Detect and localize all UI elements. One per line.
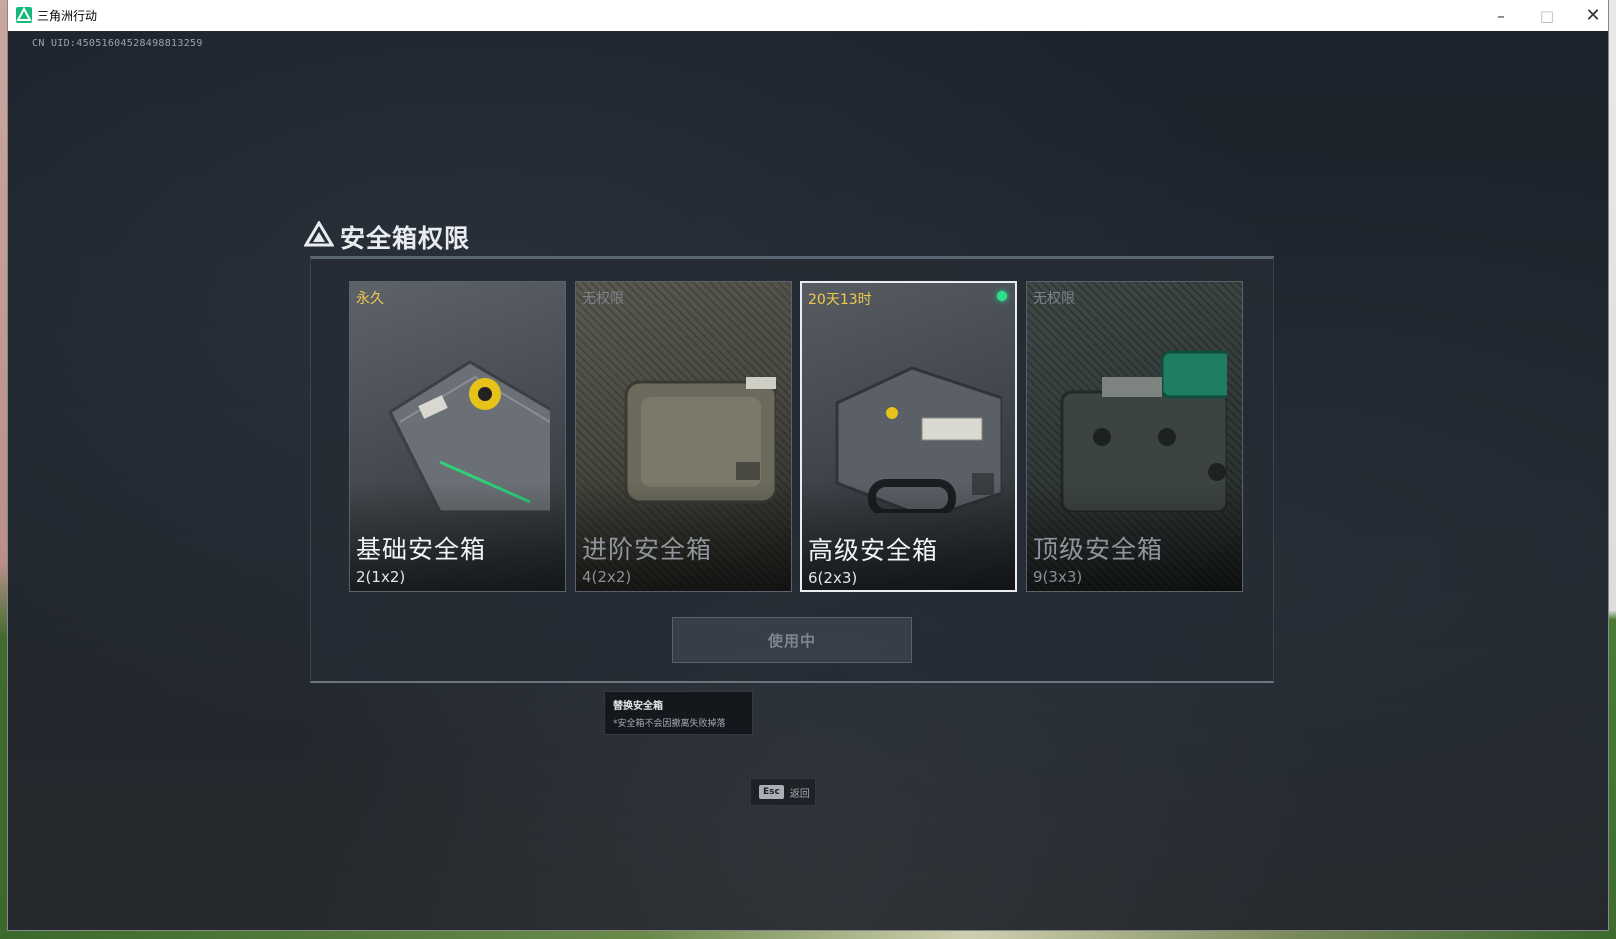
safebox-card-basic[interactable]: 永久 基础安全箱 2(1x2) bbox=[349, 281, 566, 592]
card-size: 6(2x3) bbox=[808, 569, 858, 587]
safebox-card-top[interactable]: 无权限 顶级安全箱 9(3x3) bbox=[1026, 281, 1243, 592]
close-button[interactable]: ✕ bbox=[1570, 0, 1616, 31]
minimize-button[interactable]: – bbox=[1478, 0, 1524, 31]
card-status: 20天13时 bbox=[808, 292, 872, 308]
delta-logo-icon bbox=[304, 221, 334, 247]
in-use-button[interactable]: 使用中 bbox=[672, 617, 912, 663]
tooltip-title: 替换安全箱 bbox=[613, 701, 663, 712]
app-logo-icon bbox=[16, 7, 32, 23]
desktop-right-edge bbox=[1608, 0, 1616, 939]
card-name: 顶级安全箱 bbox=[1033, 535, 1164, 564]
card-size: 4(2x2) bbox=[582, 568, 632, 586]
card-status: 无权限 bbox=[582, 291, 624, 307]
card-size: 9(3x3) bbox=[1033, 568, 1083, 586]
desktop-left-edge bbox=[0, 0, 8, 939]
esc-back-button[interactable]: Esc 返回 bbox=[750, 778, 816, 806]
card-name: 基础安全箱 bbox=[356, 535, 487, 564]
title-bar[interactable]: 三角洲行动 – □ ✕ bbox=[8, 0, 1608, 32]
panel-header: 安全箱权限 bbox=[304, 217, 524, 253]
card-status: 无权限 bbox=[1033, 291, 1075, 307]
replace-safebox-tooltip: 替换安全箱 *安全箱不会因撤离失败掉落 bbox=[604, 691, 753, 735]
back-label: 返回 bbox=[789, 788, 810, 800]
safebox-card-advanced[interactable]: 无权限 进阶安全箱 4(2x2) bbox=[575, 281, 792, 592]
uid-label: CN UID:45051604528498813259 bbox=[32, 38, 203, 49]
window-title: 三角洲行动 bbox=[37, 9, 98, 23]
card-size: 2(1x2) bbox=[356, 568, 406, 586]
game-window: 三角洲行动 – □ ✕ CN UID:45051604528498813259 … bbox=[8, 0, 1608, 930]
card-status: 永久 bbox=[356, 291, 384, 307]
card-name: 高级安全箱 bbox=[808, 536, 939, 565]
esc-key-badge: Esc bbox=[759, 785, 784, 799]
panel-title: 安全箱权限 bbox=[340, 224, 471, 253]
tooltip-desc: *安全箱不会因撤离失败掉落 bbox=[613, 719, 726, 729]
game-content: CN UID:45051604528498813259 安全箱权限 永久 基础安… bbox=[8, 31, 1608, 930]
card-name: 进阶安全箱 bbox=[582, 535, 713, 564]
maximize-button[interactable]: □ bbox=[1524, 0, 1570, 31]
safebox-card-premium[interactable]: 20天13时 高级安全箱 6(2x3) bbox=[800, 281, 1017, 592]
desktop-bottom-edge bbox=[0, 930, 1616, 939]
safebox-panel: 永久 基础安全箱 2(1x2) 无权限 进阶安全箱 4(2x2) 20天13时 … bbox=[310, 256, 1274, 683]
active-dot-icon bbox=[997, 291, 1007, 301]
